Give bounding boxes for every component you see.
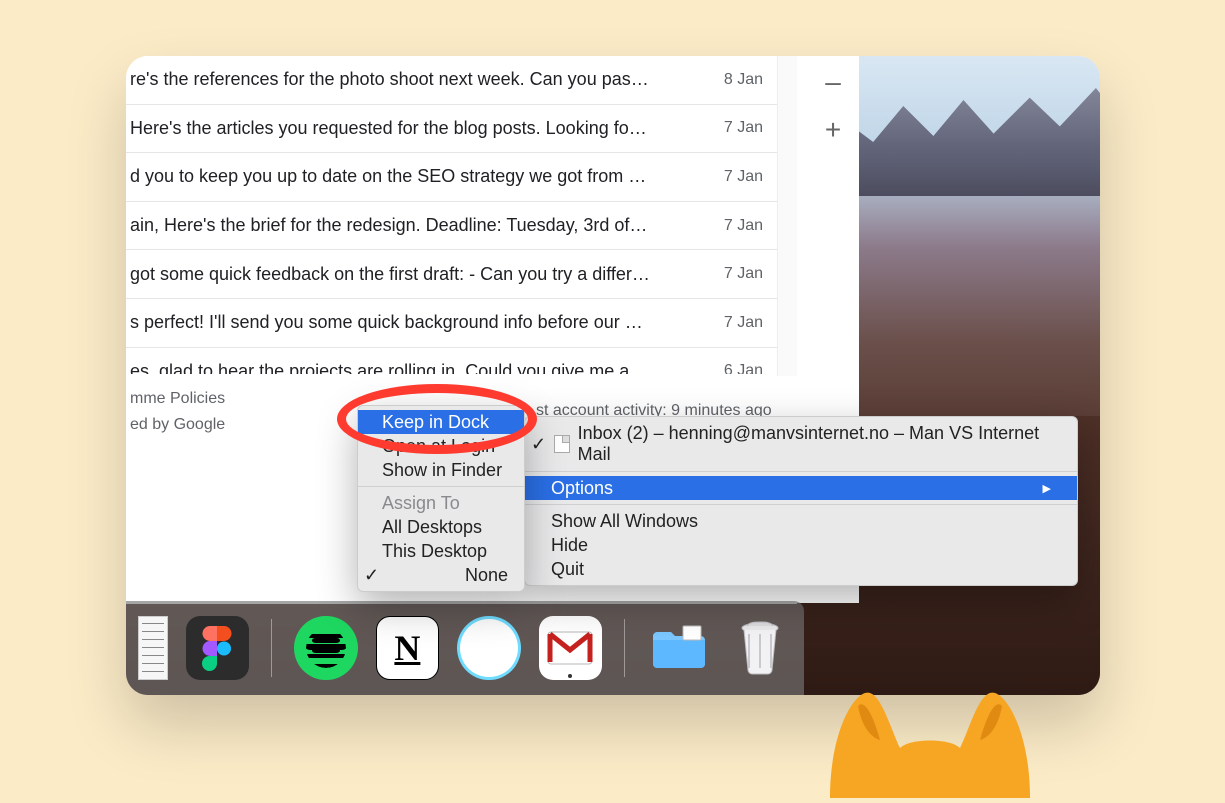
menu-open-at-login[interactable]: Open at Login xyxy=(358,434,524,458)
dock-app-gmail[interactable] xyxy=(539,616,602,680)
menu-none-label: None xyxy=(465,565,508,586)
zoom-out-button[interactable]: – xyxy=(807,66,859,86)
email-date: 7 Jan xyxy=(724,217,763,235)
dock-app-figma[interactable] xyxy=(186,616,249,680)
email-row[interactable]: s perfect! I'll send you some quick back… xyxy=(126,299,777,348)
gmail-icon xyxy=(546,630,594,666)
menu-show-in-finder[interactable]: Show in Finder xyxy=(358,458,524,482)
zoom-in-button[interactable]: + xyxy=(807,114,859,144)
email-date: 7 Jan xyxy=(724,314,763,332)
scrollbar-track[interactable] xyxy=(777,56,797,376)
zoom-controls: – + xyxy=(807,56,859,144)
screenshot-window: re's the references for the photo shoot … xyxy=(126,56,1100,695)
menu-options-label: Options xyxy=(551,478,613,499)
dock-trash[interactable] xyxy=(729,616,792,680)
menu-show-all-windows[interactable]: Show All Windows xyxy=(525,509,1077,533)
email-subject: Here's the articles you requested for th… xyxy=(130,118,650,139)
email-row[interactable]: ain, Here's the brief for the redesign. … xyxy=(126,202,777,251)
folder-icon xyxy=(649,624,709,672)
menu-quit[interactable]: Quit xyxy=(525,557,1077,581)
menu-all-desktops-label: All Desktops xyxy=(382,517,482,538)
wallpaper-mountains xyxy=(819,76,1100,196)
menu-open-at-login-label: Open at Login xyxy=(382,436,495,457)
menu-options[interactable]: Options xyxy=(525,476,1077,500)
email-row[interactable]: d you to keep you up to date on the SEO … xyxy=(126,153,777,202)
email-row[interactable]: got some quick feedback on the first dra… xyxy=(126,250,777,299)
menu-separator xyxy=(525,504,1077,505)
email-subject: got some quick feedback on the first dra… xyxy=(130,264,650,285)
figma-icon xyxy=(202,626,232,671)
email-subject: re's the references for the photo shoot … xyxy=(130,69,650,90)
dock-running-indicator xyxy=(568,674,572,678)
menu-show-all-label: Show All Windows xyxy=(551,511,698,532)
email-date: 7 Jan xyxy=(724,119,763,137)
trash-icon xyxy=(737,620,783,676)
dock-separator xyxy=(271,619,272,677)
menu-window-title: Inbox (2) – henning@manvsinternet.no – M… xyxy=(578,423,1059,465)
dock-separator xyxy=(624,619,625,677)
dock: N xyxy=(126,601,804,695)
menu-separator xyxy=(525,471,1077,472)
menu-show-in-finder-label: Show in Finder xyxy=(382,460,502,481)
menu-keep-in-dock[interactable]: Keep in Dock xyxy=(358,410,524,434)
dock-context-menu: ✓ Inbox (2) – henning@manvsinternet.no –… xyxy=(524,416,1078,586)
document-icon xyxy=(554,435,569,453)
email-date: 7 Jan xyxy=(724,168,763,186)
email-subject: s perfect! I'll send you some quick back… xyxy=(130,312,650,333)
menu-window-item[interactable]: ✓ Inbox (2) – henning@manvsinternet.no –… xyxy=(525,421,1077,467)
email-row[interactable]: Here's the articles you requested for th… xyxy=(126,105,777,154)
dock-folder-downloads[interactable] xyxy=(647,616,710,680)
dock-app-notion[interactable]: N xyxy=(376,616,439,680)
dock-app-generic[interactable] xyxy=(457,616,521,680)
dock-app-textedit[interactable] xyxy=(138,616,168,680)
options-submenu: Keep in Dock Open at Login Show in Finde… xyxy=(357,405,525,592)
decorative-cat-ears xyxy=(810,678,1050,798)
email-date: 7 Jan xyxy=(724,265,763,283)
checkmark-icon: ✓ xyxy=(531,434,546,455)
menu-none[interactable]: None xyxy=(358,563,524,587)
menu-hide[interactable]: Hide xyxy=(525,533,1077,557)
email-date: 8 Jan xyxy=(724,71,763,89)
email-subject: ain, Here's the brief for the redesign. … xyxy=(130,215,650,236)
menu-assign-to-label: Assign To xyxy=(382,493,460,514)
email-subject: d you to keep you up to date on the SEO … xyxy=(130,166,650,187)
email-list: re's the references for the photo shoot … xyxy=(126,56,777,396)
dock-app-spotify[interactable] xyxy=(294,616,357,680)
email-row[interactable]: re's the references for the photo shoot … xyxy=(126,56,777,105)
menu-separator xyxy=(358,486,524,487)
menu-this-desktop-label: This Desktop xyxy=(382,541,487,562)
menu-quit-label: Quit xyxy=(551,559,584,580)
menu-keep-in-dock-label: Keep in Dock xyxy=(382,412,489,433)
menu-this-desktop[interactable]: This Desktop xyxy=(358,539,524,563)
menu-hide-label: Hide xyxy=(551,535,588,556)
menu-all-desktops[interactable]: All Desktops xyxy=(358,515,524,539)
menu-assign-to-header: Assign To xyxy=(358,491,524,515)
notion-icon: N xyxy=(394,627,420,669)
